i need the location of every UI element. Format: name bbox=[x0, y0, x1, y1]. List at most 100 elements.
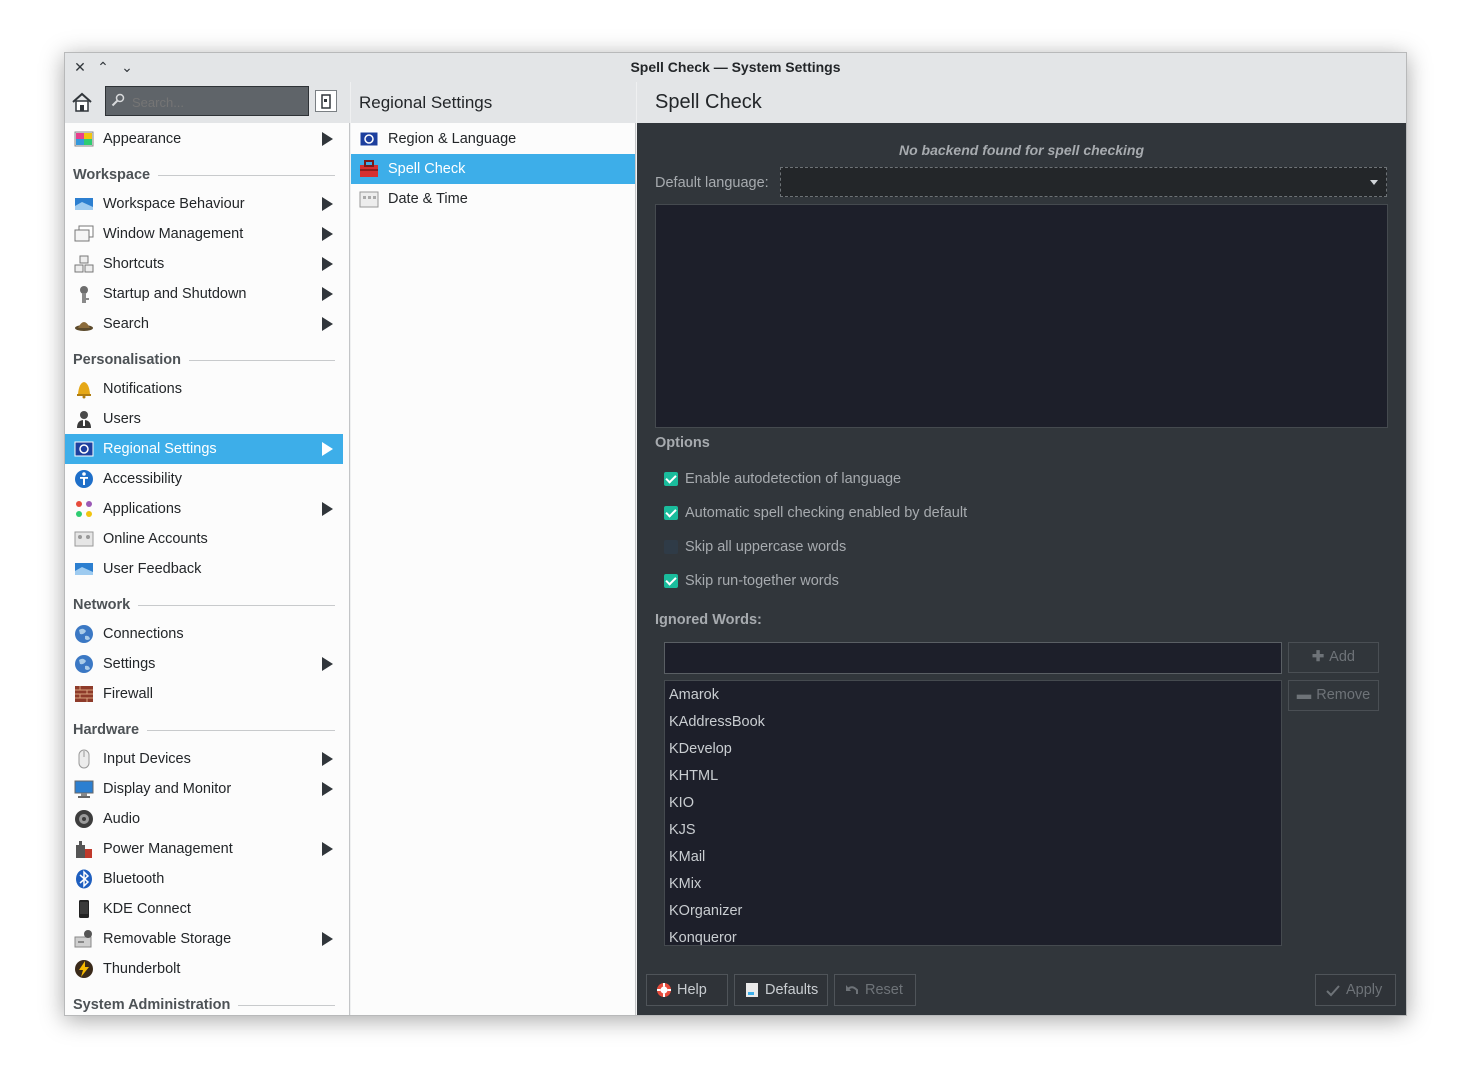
sidebar-item-audio[interactable]: Audio bbox=[65, 804, 343, 834]
sidebar-item-power-management[interactable]: Power Management bbox=[65, 834, 343, 864]
configure-button[interactable] bbox=[315, 90, 337, 112]
titlebar: ✕ ⌃ ⌄ Spell Check — System Settings bbox=[65, 53, 1406, 82]
flag-icon bbox=[74, 441, 94, 457]
expand-arrow-icon bbox=[322, 932, 333, 946]
help-button[interactable]: Help bbox=[646, 974, 728, 1006]
page-header: Spell Check bbox=[637, 82, 1406, 123]
option-auto-spell-check[interactable]: Automatic spell checking enabled by defa… bbox=[664, 503, 1064, 523]
section-header-network: Network bbox=[73, 590, 335, 620]
checkmark-icon bbox=[1326, 985, 1340, 997]
checkbox-checked[interactable] bbox=[664, 574, 678, 588]
power-icon bbox=[76, 841, 92, 858]
sidebar-item-users[interactable]: Users bbox=[65, 404, 343, 434]
subcategory-item-spell-check[interactable]: Spell Check bbox=[351, 154, 635, 184]
firewall-icon bbox=[75, 686, 93, 702]
sidebar-item-user-feedback[interactable]: User Feedback bbox=[65, 554, 343, 584]
home-icon[interactable] bbox=[70, 90, 94, 114]
list-item[interactable]: KIO bbox=[669, 790, 694, 817]
sidebar-item-notifications[interactable]: Notifications bbox=[65, 374, 343, 404]
apply-button[interactable]: Apply bbox=[1315, 974, 1396, 1006]
subcategory-header: Regional Settings bbox=[351, 82, 636, 123]
option-skip-uppercase[interactable]: Skip all uppercase words bbox=[664, 537, 1064, 557]
section-header-personalisation: Personalisation bbox=[73, 345, 335, 375]
plus-icon: ✚ bbox=[1312, 649, 1325, 665]
sidebar-item-kde-connect[interactable]: KDE Connect bbox=[65, 894, 343, 924]
list-item[interactable]: KMix bbox=[669, 871, 701, 898]
configure-icon bbox=[321, 94, 331, 109]
monitor-icon bbox=[74, 780, 94, 798]
workspace-icon bbox=[75, 198, 93, 210]
sidebar-item-workspace-behaviour[interactable]: Workspace Behaviour bbox=[65, 189, 343, 219]
expand-arrow-icon bbox=[322, 842, 333, 856]
storage-icon bbox=[74, 930, 92, 948]
help-icon bbox=[657, 983, 671, 997]
sidebar-item-search[interactable]: Search bbox=[65, 309, 343, 339]
feedback-icon bbox=[75, 563, 93, 575]
sidebar-item-appearance[interactable]: Appearance bbox=[65, 124, 343, 154]
checkbox-checked[interactable] bbox=[664, 506, 678, 520]
add-button[interactable]: ✚ Add bbox=[1288, 642, 1379, 673]
sidebar-item-online-accounts[interactable]: Online Accounts bbox=[65, 524, 343, 554]
list-item[interactable]: KMail bbox=[669, 844, 705, 871]
startup-icon bbox=[80, 286, 89, 303]
option-skip-run-together[interactable]: Skip run-together words bbox=[664, 571, 1064, 591]
sidebar-item-shortcuts[interactable]: Shortcuts bbox=[65, 249, 343, 279]
search-input[interactable] bbox=[130, 92, 304, 112]
default-language-dropdown[interactable] bbox=[780, 167, 1387, 197]
list-item[interactable]: KHTML bbox=[669, 763, 718, 790]
expand-arrow-icon bbox=[322, 782, 333, 796]
list-item[interactable]: KDevelop bbox=[669, 736, 732, 763]
expand-arrow-icon bbox=[322, 287, 333, 301]
sidebar-item-connections[interactable]: Connections bbox=[65, 619, 343, 649]
checkbox-unchecked[interactable] bbox=[664, 540, 678, 554]
option-autodetect-language[interactable]: Enable autodetection of language bbox=[664, 469, 1064, 489]
ignored-word-input[interactable] bbox=[664, 642, 1282, 674]
subcategory-item-date-time[interactable]: Date & Time bbox=[351, 184, 635, 214]
ignored-words-heading: Ignored Words: bbox=[655, 612, 762, 628]
sidebar-toolbar bbox=[65, 82, 350, 123]
expand-arrow-icon bbox=[322, 317, 333, 331]
list-item[interactable]: KJS bbox=[669, 817, 696, 844]
checkbox-checked[interactable] bbox=[664, 472, 678, 486]
expand-arrow-icon bbox=[322, 197, 333, 211]
options-heading: Options bbox=[655, 435, 710, 451]
expand-arrow-icon bbox=[322, 657, 333, 671]
expand-arrow-icon bbox=[322, 257, 333, 271]
mouse-icon bbox=[78, 749, 90, 769]
list-item[interactable]: Konqueror bbox=[669, 925, 737, 945]
bluetooth-icon bbox=[76, 869, 92, 889]
ignored-words-list[interactable]: Amarok KAddressBook KDevelop KHTML KIO K… bbox=[664, 680, 1282, 946]
sidebar-item-startup-shutdown[interactable]: Startup and Shutdown bbox=[65, 279, 343, 309]
section-header-system-administration: System Administration bbox=[73, 990, 335, 1015]
reset-button[interactable]: Reset bbox=[834, 974, 916, 1006]
globe-icon bbox=[75, 655, 93, 673]
sidebar-item-regional-settings[interactable]: Regional Settings bbox=[65, 434, 343, 464]
defaults-button[interactable]: Defaults bbox=[734, 974, 828, 1006]
sidebar-item-window-management[interactable]: Window Management bbox=[65, 219, 343, 249]
sidebar-item-network-settings[interactable]: Settings bbox=[65, 649, 343, 679]
subcategory-item-region-language[interactable]: Region & Language bbox=[351, 124, 635, 154]
expand-arrow-icon bbox=[322, 752, 333, 766]
chevron-down-icon bbox=[1370, 180, 1378, 185]
sidebar-item-bluetooth[interactable]: Bluetooth bbox=[65, 864, 343, 894]
list-item[interactable]: KOrganizer bbox=[669, 898, 742, 925]
remove-button[interactable]: ▬ Remove bbox=[1288, 680, 1379, 711]
sidebar-item-display-monitor[interactable]: Display and Monitor bbox=[65, 774, 343, 804]
sidebar-item-firewall[interactable]: Firewall bbox=[65, 679, 343, 709]
defaults-icon bbox=[746, 983, 758, 997]
sidebar-item-thunderbolt[interactable]: Thunderbolt bbox=[65, 954, 343, 984]
page-title: Spell Check bbox=[655, 91, 762, 113]
spell-check-page: No backend found for spell checking Defa… bbox=[637, 123, 1406, 1015]
backend-warning: No backend found for spell checking bbox=[898, 142, 1145, 158]
sidebar-item-label: Appearance bbox=[103, 131, 182, 147]
search-field[interactable] bbox=[105, 86, 309, 116]
sidebar-item-input-devices[interactable]: Input Devices bbox=[65, 744, 343, 774]
sidebar-item-accessibility[interactable]: Accessibility bbox=[65, 464, 343, 494]
list-item[interactable]: KAddressBook bbox=[669, 709, 765, 736]
sidebar-item-applications[interactable]: Applications bbox=[65, 494, 343, 524]
user-icon bbox=[77, 411, 91, 428]
sidebar-item-removable-storage[interactable]: Removable Storage bbox=[65, 924, 343, 954]
minus-icon: ▬ bbox=[1296, 687, 1312, 703]
list-item[interactable]: Amarok bbox=[669, 682, 719, 709]
online-accounts-icon bbox=[74, 531, 94, 547]
